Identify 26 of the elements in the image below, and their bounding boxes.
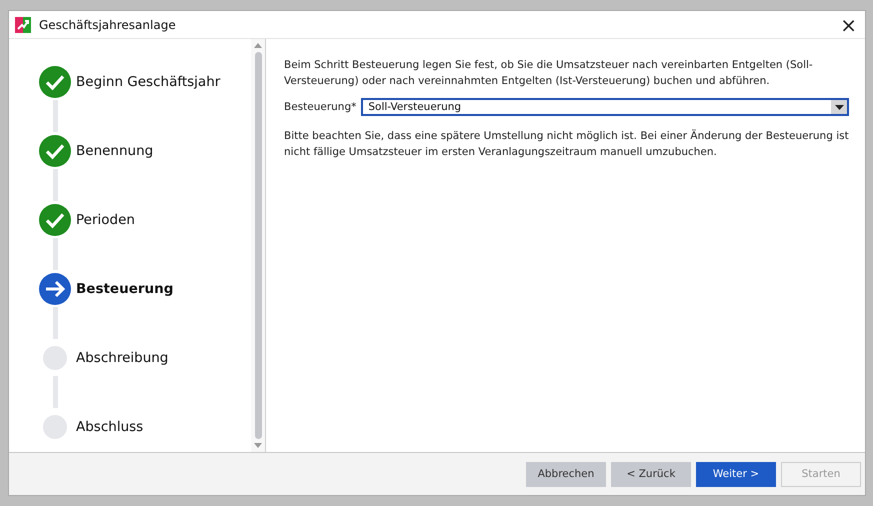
step-label: Abschreibung	[76, 350, 168, 366]
dropdown-caret-icon	[834, 104, 844, 110]
scroll-up-icon[interactable]	[254, 43, 262, 48]
step-label: Besteuerung	[76, 280, 174, 296]
close-button[interactable]: ×	[832, 14, 865, 34]
step-label: Perioden	[76, 212, 135, 228]
app-logo-icon	[15, 16, 31, 32]
scroll-down-icon[interactable]	[254, 443, 262, 448]
intro-text: Beim Schritt Besteuerung legen Sie fest, ob Sie die Umsatzsteuer nach vereinbarten Entgelten (Soll-Versteuerung) oder nach vereinnahmten Entgelten (Ist-Versteuerung) buchen und abführen.	[284, 58, 814, 89]
field-label: Besteuerung*	[284, 101, 356, 113]
step-label: Abschluss	[76, 418, 144, 434]
note-text: Bitte beachten Sie, dass eine spätere Umstellung nicht möglich ist. Bei einer Änderung der Besteuerung ist nicht fällige Umsatzsteuer im ersten Veranlagungszeitraum manuell umzubuchen.	[284, 128, 849, 160]
wizard-button[interactable]: < Zurück	[611, 462, 691, 486]
step-label: Beginn Geschäftsjahr	[76, 74, 220, 90]
arrow-right-icon	[39, 272, 71, 304]
scrollbar[interactable]	[251, 39, 265, 452]
check-icon	[39, 66, 71, 98]
taxation-dropdown[interactable]: Soll-Versteuerung	[361, 98, 849, 116]
window-title: Geschäftsjahresanlage	[39, 18, 177, 32]
pending-circle-icon	[43, 414, 67, 438]
wizard-button[interactable]: Weiter >	[696, 462, 776, 486]
check-icon	[39, 134, 71, 166]
check-icon	[39, 204, 71, 236]
wizard-button[interactable]: Abbrechen	[526, 462, 606, 486]
pending-circle-icon	[43, 346, 67, 370]
step-label: Benennung	[76, 142, 154, 158]
